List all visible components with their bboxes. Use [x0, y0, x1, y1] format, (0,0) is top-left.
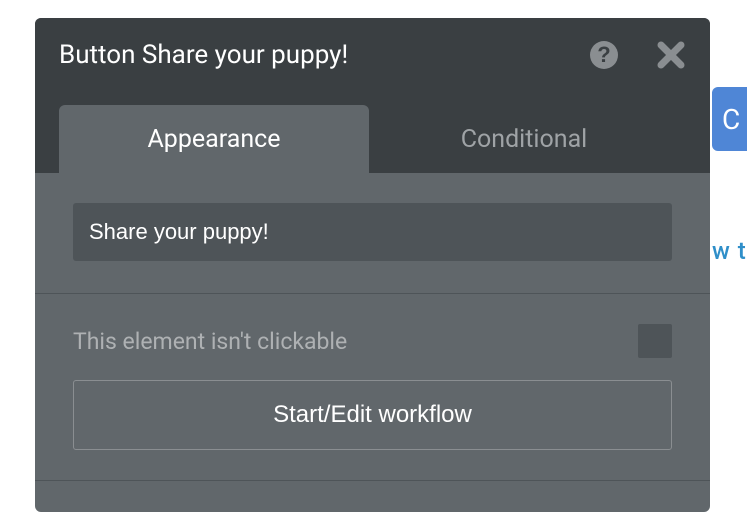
panel-title: Button Share your puppy!	[59, 40, 588, 70]
tabs: Appearance Conditional	[35, 91, 710, 173]
tab-appearance[interactable]: Appearance	[59, 105, 369, 173]
start-edit-workflow-button[interactable]: Start/Edit workflow	[73, 380, 672, 450]
background-button-fragment: C	[712, 87, 747, 151]
background-link-fragment: w t	[712, 237, 747, 265]
button-text-input[interactable]	[73, 203, 672, 261]
not-clickable-checkbox[interactable]	[638, 324, 672, 358]
close-icon[interactable]	[656, 40, 686, 70]
divider	[35, 480, 710, 481]
property-editor-panel: Button Share your puppy! ? Appearance Co…	[35, 18, 710, 512]
help-icon[interactable]: ?	[588, 39, 620, 71]
titlebar-icons: ?	[588, 39, 686, 71]
svg-text:?: ?	[597, 42, 610, 67]
workflow-button-label: Start/Edit workflow	[273, 401, 472, 428]
not-clickable-label: This element isn't clickable	[73, 328, 347, 355]
tab-content: This element isn't clickable Start/Edit …	[35, 173, 710, 481]
tab-appearance-label: Appearance	[148, 125, 281, 154]
tab-conditional-label: Conditional	[461, 125, 588, 154]
background-link-text: w t	[712, 237, 747, 265]
tab-conditional[interactable]: Conditional	[369, 105, 679, 173]
titlebar: Button Share your puppy! ?	[35, 18, 710, 91]
divider	[35, 293, 710, 294]
clickable-row: This element isn't clickable	[73, 324, 672, 358]
background-button-letter: C	[722, 103, 740, 136]
